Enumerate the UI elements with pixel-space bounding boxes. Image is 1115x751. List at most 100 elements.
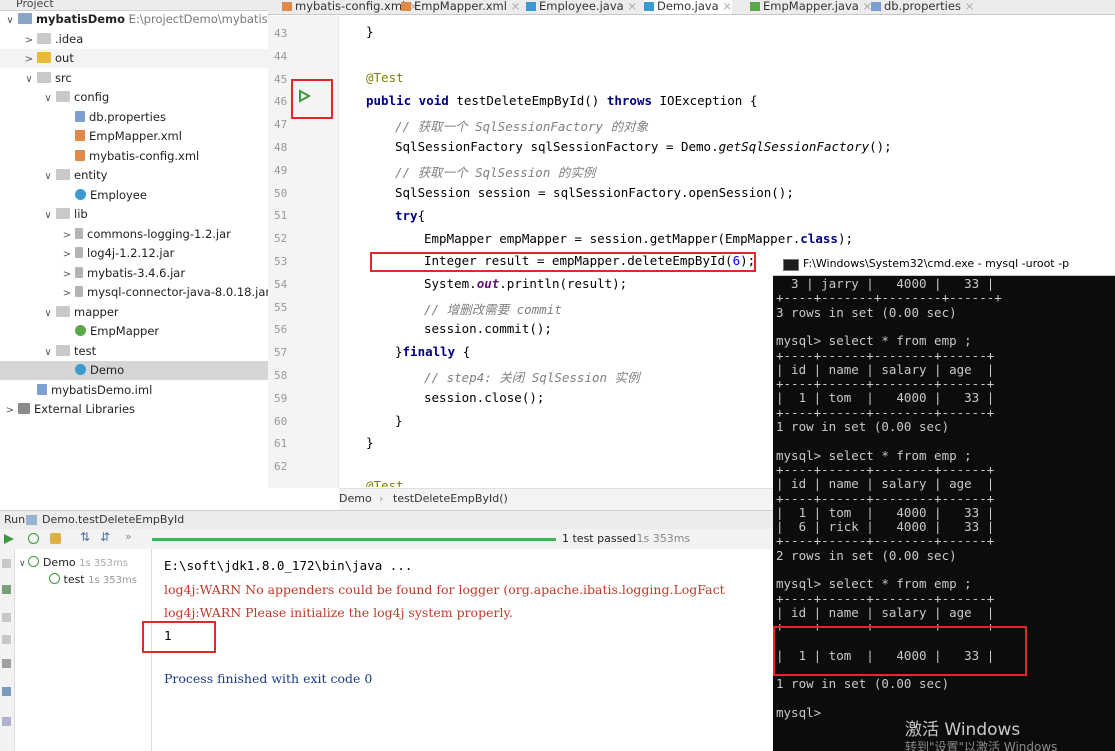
line-number: 57 xyxy=(274,346,288,360)
tree-item-idea[interactable]: > .idea xyxy=(0,30,268,49)
run-console[interactable]: E:\soft\jdk1.8.0_172\bin\java ... log4j:… xyxy=(152,549,782,751)
tree-item-test[interactable]: ∨ test xyxy=(0,342,268,361)
expand-arrow-icon[interactable]: > xyxy=(23,31,35,50)
restore-layout-icon[interactable] xyxy=(2,659,11,668)
expand-arrow-icon[interactable]: ∨ xyxy=(42,89,54,108)
expand-arrow-icon[interactable]: ∨ xyxy=(42,167,54,186)
console-line-cmd: E:\soft\jdk1.8.0_172\bin\java ... xyxy=(164,558,413,573)
pin-icon[interactable] xyxy=(2,717,11,726)
tree-item-entity[interactable]: ∨ entity xyxy=(0,166,268,185)
code-line-61: } xyxy=(366,435,374,450)
sort-duration-icon[interactable]: ⇵ xyxy=(100,530,110,544)
expand-arrow-icon[interactable]: > xyxy=(23,50,35,69)
tree-item-mybatisdemo-iml[interactable]: mybatisDemo.iml xyxy=(0,381,268,400)
cmd-line: | 1 | tom | 4000 | 33 | xyxy=(776,504,995,520)
project-header-label: Project xyxy=(16,0,54,10)
folder-icon xyxy=(56,208,70,219)
close-tab-icon[interactable]: × xyxy=(507,0,521,13)
tree-item-empmapper[interactable]: EmpMapper xyxy=(0,322,268,341)
tab-employee-java[interactable]: Employee.java × xyxy=(526,0,637,14)
cmd-line: mysql> xyxy=(776,705,822,720)
more-icon[interactable]: » xyxy=(125,530,132,543)
tree-item-label: test xyxy=(74,343,97,358)
tree-item-label: entity xyxy=(74,168,108,182)
tree-item-mybatis-3-4-6-jar[interactable]: > mybatis-3.4.6.jar xyxy=(0,264,268,283)
tree-item-mybatisdemo[interactable]: ∨ mybatisDemo E:\projectDemo\mybatisDem xyxy=(0,10,268,29)
xml-icon xyxy=(282,2,292,11)
cmd-line: | 1 | tom | 4000 | 33 | xyxy=(776,390,995,406)
expand-arrow-icon[interactable]: > xyxy=(4,401,16,420)
tree-item-label: mybatisDemo.iml xyxy=(51,382,153,397)
tab-label: mybatis-config.xml xyxy=(295,0,406,13)
rerun-icon[interactable] xyxy=(3,533,15,545)
folder-icon xyxy=(37,32,51,44)
jar-icon xyxy=(75,286,83,297)
pause-icon[interactable] xyxy=(2,613,11,622)
tree-item-config[interactable]: ∨ config xyxy=(0,88,268,107)
breadcrumb-class[interactable]: Demo xyxy=(339,492,372,505)
tree-item-external-libraries[interactable]: > External Libraries xyxy=(0,400,268,419)
expand-arrow-icon[interactable]: ∨ xyxy=(42,343,54,362)
code-line-45: @Test xyxy=(366,70,404,85)
tab-mybatis-config-xml[interactable]: mybatis-config.xml × xyxy=(282,0,419,14)
expand-arrow-icon[interactable]: > xyxy=(61,245,73,264)
run-config-icon xyxy=(26,515,37,525)
windows-activation-hint: 转到"设置"以激活 Windows xyxy=(905,740,1058,751)
close-tab-icon[interactable]: × xyxy=(624,0,637,13)
expand-arrow-icon[interactable]: > xyxy=(61,284,73,303)
expand-arrow-icon[interactable]: > xyxy=(61,226,73,245)
tree-item-employee[interactable]: Employee xyxy=(0,186,268,205)
test-node-demo[interactable]: ∨ Demo 1s 353ms xyxy=(19,556,128,569)
tree-item-db-properties[interactable]: db.properties xyxy=(0,108,268,127)
run-config-name[interactable]: Demo.testDeleteEmpById xyxy=(42,511,184,529)
expand-arrow-icon[interactable]: ∨ xyxy=(42,304,54,323)
line-number: 55 xyxy=(274,300,288,314)
tree-item-out[interactable]: > out xyxy=(0,49,268,68)
tree-item-commons-logging-1-2-jar[interactable]: > commons-logging-1.2.jar xyxy=(0,225,268,244)
tab-empmapper-java[interactable]: EmpMapper.java × xyxy=(750,0,872,14)
cmd-titlebar[interactable]: F:\Windows\System32\cmd.exe - mysql -uro… xyxy=(773,253,1115,276)
tree-item-src[interactable]: ∨ src xyxy=(0,69,268,88)
out-icon xyxy=(37,52,51,63)
console-line-warn-2: log4j:WARN Please initialize the log4j s… xyxy=(164,605,513,620)
show-ignored-icon[interactable] xyxy=(50,533,61,544)
line-number: 62 xyxy=(274,460,288,474)
close-tab-icon[interactable]: × xyxy=(719,0,732,13)
settings-icon[interactable] xyxy=(2,687,11,696)
tree-item-demo[interactable]: Demo xyxy=(0,361,268,380)
tree-item-empmapper-xml[interactable]: EmpMapper.xml xyxy=(0,127,268,146)
tab-db-properties[interactable]: db.properties × xyxy=(871,0,974,14)
tree-item-lib[interactable]: ∨ lib xyxy=(0,205,268,224)
line-number: 54 xyxy=(274,277,288,291)
cmd-line: mysql> select * from emp ; xyxy=(776,576,972,592)
sort-alpha-icon[interactable]: ⇅ xyxy=(80,530,90,544)
highlight-run-icon xyxy=(291,79,333,119)
close-tab-icon[interactable]: × xyxy=(961,0,975,13)
tab-demo-java[interactable]: Demo.java × xyxy=(644,0,733,14)
tree-item-mapper[interactable]: ∨ mapper xyxy=(0,303,268,322)
expand-arrow-icon[interactable]: ∨ xyxy=(4,11,16,30)
breadcrumb-method[interactable]: testDeleteEmpById() xyxy=(393,492,508,505)
show-passed-icon[interactable] xyxy=(28,533,39,544)
cmd-line: +----+------+--------+------+ xyxy=(776,461,995,477)
tree-item-mybatis-config-xml[interactable]: mybatis-config.xml xyxy=(0,147,268,166)
tab-empmapper-xml[interactable]: EmpMapper.xml × xyxy=(401,0,520,14)
test-node-test[interactable]: test 1s 353ms xyxy=(49,573,137,586)
expand-arrow-icon[interactable]: > xyxy=(61,265,73,284)
xml-icon xyxy=(75,149,85,161)
console-line-warn-1: log4j:WARN No appenders could be found f… xyxy=(164,582,725,597)
code-line-49: // 获取一个 SqlSession 的实例 xyxy=(395,165,596,180)
stop-icon[interactable] xyxy=(2,559,11,568)
debug-icon[interactable] xyxy=(2,585,11,594)
tree-item-log4j-1-2-12-jar[interactable]: > log4j-1.2.12.jar xyxy=(0,244,268,263)
code-line-43: } xyxy=(366,24,374,39)
class-icon xyxy=(644,2,654,11)
module-icon xyxy=(18,13,32,24)
cmd-line: +----+------+--------+------+ xyxy=(776,376,995,392)
run-panel-title[interactable]: Run xyxy=(4,511,25,529)
tree-item-mysql-connector-java-8-0-18-jar[interactable]: > mysql-connector-java-8.0.18.jar xyxy=(0,283,268,302)
expand-arrow-icon[interactable]: ∨ xyxy=(23,70,35,89)
expand-arrow-icon[interactable]: ∨ xyxy=(42,206,54,225)
dump-icon[interactable] xyxy=(2,635,11,644)
tree-item-label: out xyxy=(55,51,74,65)
